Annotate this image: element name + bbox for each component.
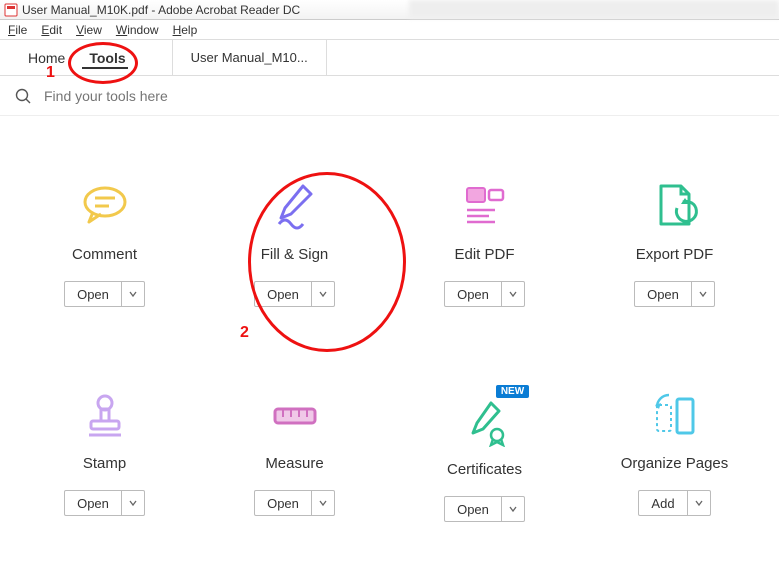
tool-label: Fill & Sign xyxy=(261,246,329,263)
menu-view[interactable]: View xyxy=(70,22,108,38)
tool-label: Comment xyxy=(72,246,137,263)
menu-file[interactable]: File xyxy=(2,22,33,38)
add-caret[interactable] xyxy=(688,491,710,515)
tool-label: Measure xyxy=(265,455,323,472)
open-button-fill-sign: Open xyxy=(254,281,335,307)
open-caret[interactable] xyxy=(502,497,524,521)
tool-card-fill-sign: Fill & Sign Open xyxy=(200,180,390,307)
tab-home[interactable]: Home xyxy=(16,40,77,75)
window-title: User Manual_M10K.pdf - Adobe Acrobat Rea… xyxy=(22,3,300,17)
open-caret[interactable] xyxy=(502,282,524,306)
search-icon[interactable] xyxy=(14,87,32,105)
open-main[interactable]: Open xyxy=(65,282,122,306)
menu-edit[interactable]: Edit xyxy=(35,22,68,38)
search-bar xyxy=(0,76,779,116)
open-button-certificates: Open xyxy=(444,496,525,522)
pdf-icon xyxy=(4,3,18,17)
open-caret[interactable] xyxy=(692,282,714,306)
tool-card-measure: Measure Open xyxy=(200,389,390,522)
add-button-organize: Add xyxy=(638,490,710,516)
tab-indicator xyxy=(82,67,128,69)
menu-window[interactable]: Window xyxy=(110,22,165,38)
comment-icon[interactable] xyxy=(79,180,131,232)
tool-label: Certificates xyxy=(447,461,522,478)
tool-card-comment: Comment Open xyxy=(10,180,200,307)
add-main[interactable]: Add xyxy=(639,491,687,515)
tool-card-certificates: NEW Certificates Open xyxy=(390,389,580,522)
organize-pages-icon[interactable] xyxy=(649,389,701,441)
tools-grid: Comment Open Fill & Sign Open Edit PDF O… xyxy=(0,116,779,522)
obscured-region xyxy=(409,0,779,18)
edit-pdf-icon[interactable] xyxy=(459,180,511,232)
open-button-edit-pdf: Open xyxy=(444,281,525,307)
new-badge: NEW xyxy=(496,385,529,398)
tool-card-export-pdf: Export PDF Open xyxy=(580,180,770,307)
tool-label: Organize Pages xyxy=(621,455,729,472)
search-input[interactable] xyxy=(42,87,342,105)
open-main[interactable]: Open xyxy=(65,491,122,515)
open-main[interactable]: Open xyxy=(445,497,502,521)
window-titlebar: User Manual_M10K.pdf - Adobe Acrobat Rea… xyxy=(0,0,779,20)
open-button-stamp: Open xyxy=(64,490,145,516)
tab-tools[interactable]: Tools xyxy=(77,40,137,75)
open-caret[interactable] xyxy=(122,282,144,306)
tool-card-organize-pages: Organize Pages Add xyxy=(580,389,770,522)
open-button-comment: Open xyxy=(64,281,145,307)
open-main[interactable]: Open xyxy=(635,282,692,306)
measure-icon[interactable] xyxy=(269,389,321,441)
tabbar: Home Tools User Manual_M10... xyxy=(0,40,779,76)
open-main[interactable]: Open xyxy=(255,282,312,306)
open-main[interactable]: Open xyxy=(255,491,312,515)
tool-label: Edit PDF xyxy=(454,246,514,263)
tab-document[interactable]: User Manual_M10... xyxy=(172,40,327,75)
certificates-icon[interactable] xyxy=(459,395,511,447)
open-caret[interactable] xyxy=(312,282,334,306)
tool-label: Stamp xyxy=(83,455,126,472)
open-caret[interactable] xyxy=(312,491,334,515)
stamp-icon[interactable] xyxy=(79,389,131,441)
open-main[interactable]: Open xyxy=(445,282,502,306)
menu-help[interactable]: Help xyxy=(167,22,204,38)
tool-card-stamp: Stamp Open xyxy=(10,389,200,522)
fill-sign-icon[interactable] xyxy=(269,180,321,232)
menubar: File Edit View Window Help xyxy=(0,20,779,40)
tool-label: Export PDF xyxy=(636,246,714,263)
open-button-export-pdf: Open xyxy=(634,281,715,307)
export-pdf-icon[interactable] xyxy=(649,180,701,232)
open-button-measure: Open xyxy=(254,490,335,516)
open-caret[interactable] xyxy=(122,491,144,515)
tool-card-edit-pdf: Edit PDF Open xyxy=(390,180,580,307)
